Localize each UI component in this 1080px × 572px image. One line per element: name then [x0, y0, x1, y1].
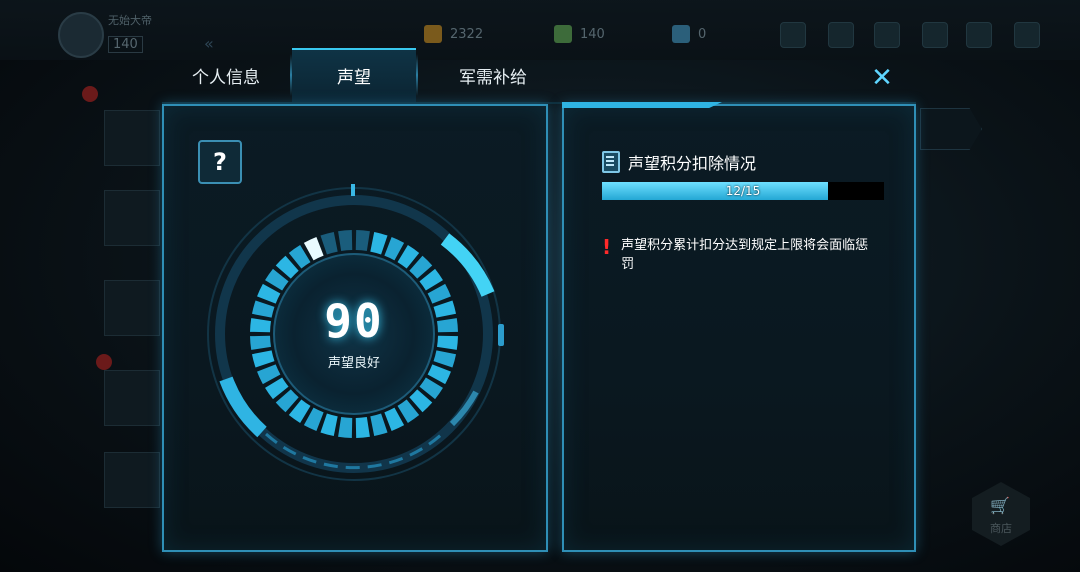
gauge-dashed-arc: [265, 432, 443, 470]
panel-top-accent: [562, 102, 722, 108]
player-avatar: [58, 12, 104, 58]
gauge-segment: [355, 230, 370, 251]
resource-crystal-value: 140: [580, 26, 605, 42]
tab-reputation[interactable]: 声望: [292, 48, 416, 102]
reputation-status: 声望良好: [327, 356, 380, 371]
battery-icon: [1014, 22, 1040, 48]
warning-text: 声望积分累计扣分达到规定上限将会面临惩罚: [621, 238, 869, 272]
gauge-segment: [355, 417, 370, 438]
reputation-gauge: 90 声望良好: [198, 182, 504, 484]
tab-personal-info[interactable]: 个人信息: [162, 48, 290, 102]
side-button-2: [104, 190, 160, 246]
gauge-segment: [320, 413, 338, 437]
reputation-score: 90: [324, 294, 384, 348]
deduction-progress-bar: 12/15: [602, 182, 884, 200]
side-button-5: [104, 452, 160, 508]
side-button-1: [104, 110, 160, 166]
gauge-segment: [370, 413, 388, 437]
gauge-marker: [351, 182, 355, 196]
help-button[interactable]: ?: [198, 140, 242, 184]
notification-dot: [82, 86, 98, 102]
add-icon: [780, 22, 806, 48]
side-button-3: [104, 280, 160, 336]
blue-gem-icon: [672, 25, 690, 43]
penalty-warning: ! 声望积分累计扣分达到规定上限将会面临惩罚: [602, 236, 872, 274]
player-name: 无始大帝: [108, 14, 152, 27]
deduction-progress-text: 12/15: [725, 184, 761, 198]
gauge-segment: [320, 231, 338, 255]
document-icon: [602, 151, 620, 173]
mail-icon: [874, 22, 900, 48]
gauge-segment: [370, 231, 388, 255]
chat-icon: [828, 22, 854, 48]
deduction-panel: 声望积分扣除情况 12/15 ! 声望积分累计扣分达到规定上限将会面临惩罚: [562, 102, 916, 552]
side-button-4: [104, 370, 160, 426]
dialog-tabs: 个人信息 声望 军需补给: [162, 48, 916, 102]
gauge-accent-arc: [219, 376, 267, 438]
signal-icon: [966, 22, 992, 48]
deduction-header: 声望积分扣除情况: [602, 150, 756, 174]
gauge-segment: [338, 230, 353, 251]
cart-icon: 🛒: [990, 496, 1010, 515]
gauge-accent-arc: [440, 233, 495, 297]
player-level: 140: [108, 36, 143, 53]
resource-crystal: 140: [554, 24, 640, 44]
warning-icon: !: [602, 235, 612, 259]
deduction-title: 声望积分扣除情况: [628, 154, 757, 173]
settings-icon: [922, 22, 948, 48]
tab-military-supply[interactable]: 军需补给: [418, 48, 568, 102]
resource-gem-value: 0: [698, 26, 707, 42]
gauge-segment: [338, 417, 353, 438]
background-arrow-banner: [920, 108, 982, 150]
shop-label: 商店: [990, 522, 1012, 535]
resource-gold-value: 2322: [450, 26, 484, 42]
gold-crate-icon: [424, 25, 442, 43]
resource-gold: 2322: [424, 24, 510, 44]
notification-dot: [96, 354, 112, 370]
resource-gem: 0: [672, 24, 758, 44]
close-button[interactable]: ✕: [866, 62, 898, 94]
green-crystal-icon: [554, 25, 572, 43]
reputation-panel: ? 90 声望良好: [162, 104, 548, 552]
